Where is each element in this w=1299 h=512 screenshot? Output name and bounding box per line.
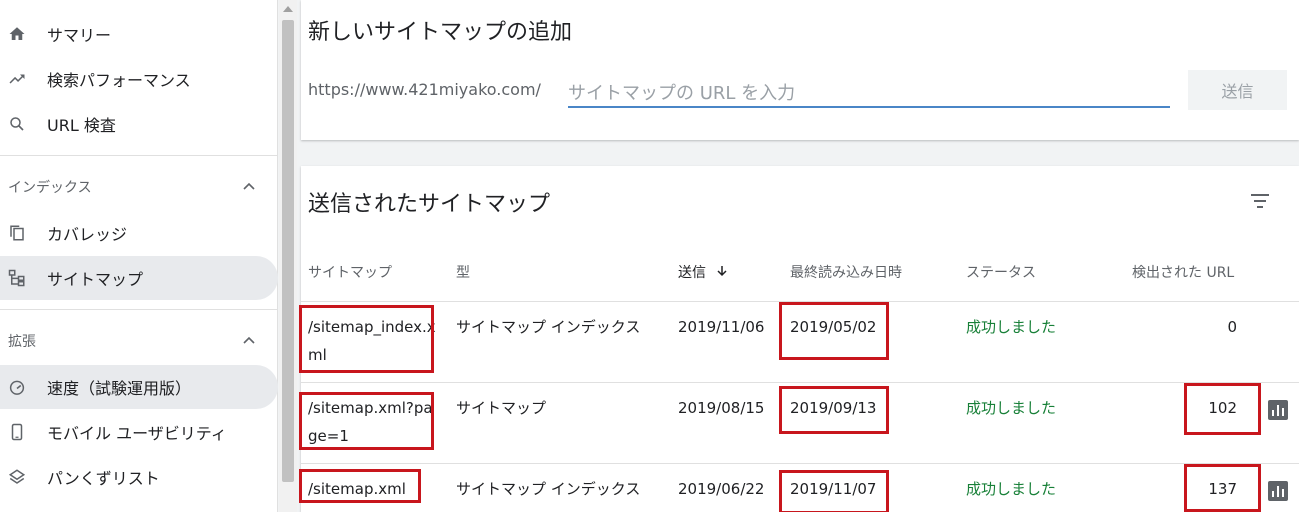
highlight-box [1184, 383, 1261, 435]
sidebar-item-label: 速度（試験運用版） [47, 379, 192, 398]
discovered-url-count: 0 [1227, 318, 1237, 336]
section-title: 拡張 [8, 334, 36, 350]
sitemap-url-input[interactable] [568, 80, 1170, 108]
home-icon [7, 24, 27, 44]
highlight-box [1184, 464, 1261, 512]
status-text: 成功しました [966, 399, 1057, 417]
sidebar-item-performance[interactable]: 検索パフォーマンス [0, 57, 278, 101]
speedometer-icon [7, 377, 27, 397]
sidebar-item-summary[interactable]: サマリー [0, 12, 278, 56]
submitted-date: 2019/11/06 [678, 318, 765, 336]
section-header-index[interactable]: インデックス [8, 167, 270, 207]
add-sitemap-title: 新しいサイトマップの追加 [308, 20, 573, 45]
search-icon [7, 114, 27, 134]
scroll-up-arrow-icon[interactable] [283, 6, 293, 12]
highlight-box [779, 470, 889, 512]
add-sitemap-card: 新しいサイトマップの追加 https://www.421miyako.com/ … [301, 0, 1299, 140]
sidebar-item-label: パンくずリスト [47, 469, 160, 488]
arrow-down-icon [717, 266, 727, 277]
column-header-last-read[interactable]: 最終読み込み日時 [790, 262, 902, 282]
sidebar-item-speed[interactable]: 速度（試験運用版） [0, 365, 278, 409]
sidebar: サマリー 検索パフォーマンス URL 検査 インデックス カバレッジ サイトマッ… [0, 0, 278, 512]
column-header-submitted[interactable]: 送信 [678, 262, 728, 282]
row-divider [301, 463, 1299, 464]
highlight-box [299, 392, 434, 450]
sidebar-item-label: サイトマップ [47, 270, 144, 289]
sidebar-item-label: カバレッジ [47, 225, 128, 244]
submitted-date: 2019/06/22 [678, 480, 765, 498]
bar-chart-icon[interactable] [1268, 400, 1288, 420]
sidebar-item-breadcrumbs[interactable]: パンくずリスト [0, 455, 278, 499]
sitemap-type: サイトマップ [456, 399, 547, 417]
sitemap-type: サイトマップ インデックス [456, 318, 641, 336]
layers-icon [7, 467, 27, 487]
divider [0, 155, 278, 156]
sitemap-type: サイトマップ インデックス [456, 480, 641, 498]
sidebar-scrollbar[interactable] [279, 0, 297, 512]
sidebar-item-url-inspection[interactable]: URL 検査 [0, 102, 278, 146]
sidebar-item-coverage[interactable]: カバレッジ [0, 211, 278, 255]
status-text: 成功しました [966, 318, 1057, 336]
sidebar-item-label: URL 検査 [47, 116, 116, 135]
trending-up-icon [7, 69, 27, 89]
phone-icon [7, 422, 27, 442]
sitemap-icon [7, 268, 27, 288]
filter-icon[interactable] [1249, 192, 1271, 210]
highlight-box [779, 302, 889, 360]
submitted-date: 2019/08/15 [678, 399, 765, 417]
column-header-type[interactable]: 型 [456, 262, 470, 282]
sidebar-item-label: サマリー [47, 26, 112, 45]
status-text: 成功しました [966, 480, 1057, 498]
column-header-sitemap[interactable]: サイトマップ [308, 262, 392, 282]
sidebar-item-label: モバイル ユーザビリティ [47, 424, 227, 443]
submitted-sitemaps-card: 送信されたサイトマップ サイトマップ 型 送信 最終読み込み日時 ステータス 検… [299, 166, 1299, 512]
scroll-thumb[interactable] [282, 20, 294, 482]
chevron-up-icon [243, 182, 255, 190]
submit-button[interactable]: 送信 [1188, 70, 1287, 110]
highlight-box [299, 469, 421, 503]
copy-icon [7, 223, 27, 243]
column-header-discovered-urls[interactable]: 検出された URL [1132, 262, 1234, 282]
chevron-up-icon [243, 336, 255, 344]
sidebar-item-mobile-usability[interactable]: モバイル ユーザビリティ [0, 410, 278, 454]
submitted-sitemaps-title: 送信されたサイトマップ [308, 192, 551, 217]
section-title: インデックス [8, 180, 92, 196]
section-header-enhancements[interactable]: 拡張 [8, 321, 270, 361]
highlight-box [779, 386, 889, 434]
row-divider [301, 382, 1299, 383]
bar-chart-icon[interactable] [1268, 481, 1288, 501]
column-header-status[interactable]: ステータス [966, 262, 1036, 282]
site-url-prefix: https://www.421miyako.com/ [308, 80, 541, 99]
sidebar-item-sitemaps[interactable]: サイトマップ [0, 256, 278, 300]
sidebar-item-label: 検索パフォーマンス [47, 71, 191, 90]
highlight-box [299, 305, 434, 373]
divider [0, 309, 278, 310]
column-header-label: 送信 [678, 265, 706, 281]
